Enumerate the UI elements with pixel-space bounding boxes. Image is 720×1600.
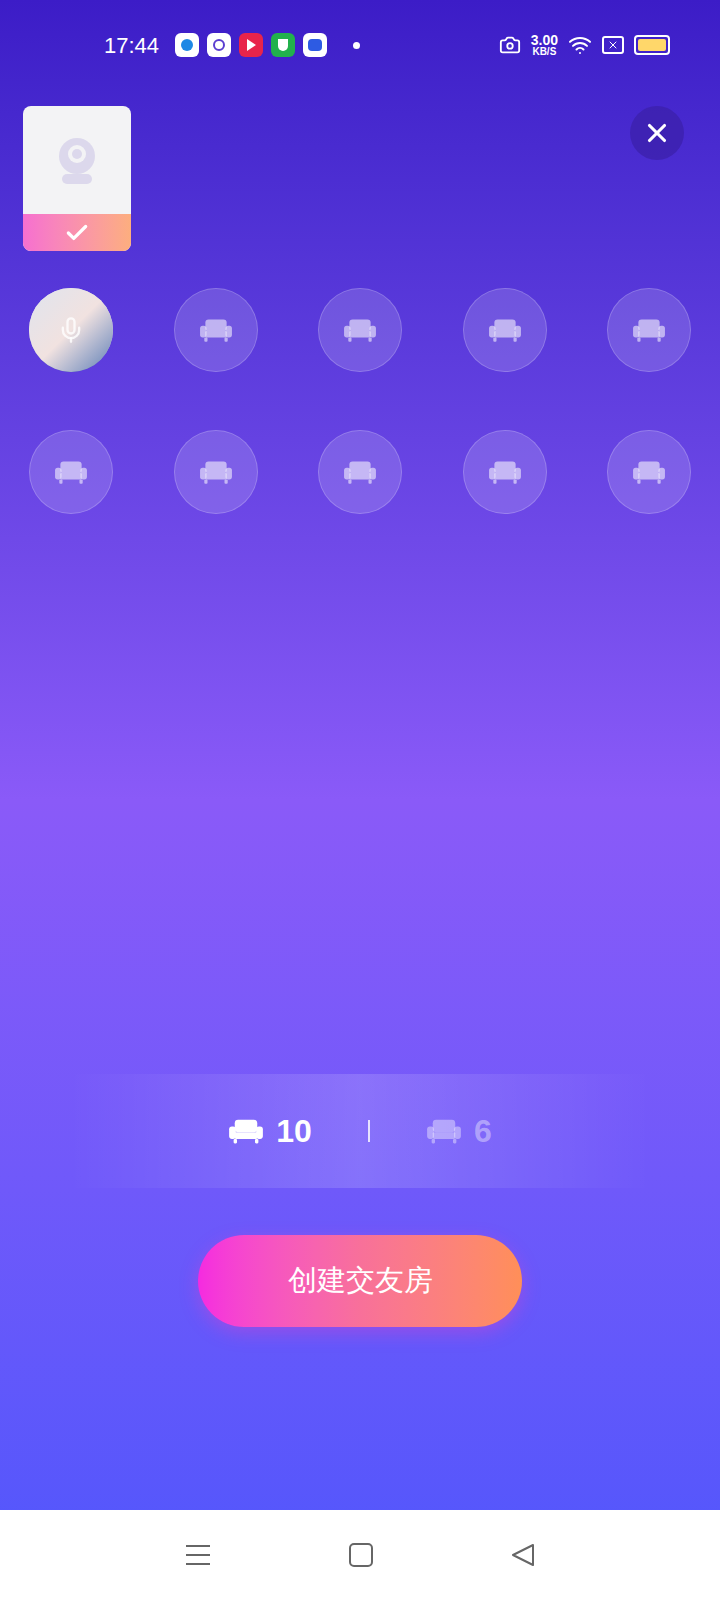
check-icon — [64, 220, 90, 246]
empty-seat[interactable] — [463, 288, 547, 372]
host-seat[interactable] — [29, 288, 113, 372]
app-icon — [303, 33, 327, 57]
back-icon[interactable] — [511, 1543, 535, 1567]
app-icon — [207, 33, 231, 57]
app-icon — [271, 33, 295, 57]
navigation-bar — [0, 1510, 720, 1600]
sofa-icon — [343, 317, 377, 343]
sofa-icon — [228, 1117, 264, 1145]
clock: 17:44 — [104, 29, 159, 62]
seat-count-option[interactable]: 10 — [228, 1107, 312, 1155]
notification-dot — [353, 42, 360, 49]
empty-seat[interactable] — [318, 430, 402, 514]
empty-seat[interactable] — [607, 430, 691, 514]
network-speed: 3.00KB/S — [531, 33, 558, 57]
status-bar: 17:44 3.00KB/S — [0, 0, 720, 90]
mic-icon — [57, 316, 85, 344]
sofa-icon — [54, 459, 88, 485]
avatar-photo — [29, 288, 113, 372]
sim-icon — [602, 36, 624, 54]
seat-count-selector: 10 6 — [69, 1074, 651, 1188]
create-room-screen: 17:44 3.00KB/S 10 6 创建交友房 — [0, 0, 720, 1600]
seat-grid — [0, 288, 720, 514]
sofa-icon — [632, 317, 666, 343]
mascot-icon — [52, 132, 102, 188]
seat-row — [29, 288, 691, 372]
sofa-icon — [199, 317, 233, 343]
divider — [368, 1120, 370, 1142]
camera-icon — [499, 34, 521, 56]
empty-seat[interactable] — [463, 430, 547, 514]
app-icon — [239, 33, 263, 57]
empty-seat[interactable] — [29, 430, 113, 514]
empty-seat[interactable] — [174, 430, 258, 514]
app-icon — [175, 33, 199, 57]
menu-icon[interactable] — [185, 1544, 211, 1566]
sofa-icon — [343, 459, 377, 485]
sofa-icon — [488, 459, 522, 485]
empty-seat[interactable] — [607, 288, 691, 372]
room-cover[interactable] — [23, 106, 131, 251]
create-room-button[interactable]: 创建交友房 — [198, 1235, 522, 1327]
empty-seat[interactable] — [318, 288, 402, 372]
sofa-icon — [199, 459, 233, 485]
sofa-icon — [488, 317, 522, 343]
home-icon[interactable] — [349, 1543, 373, 1567]
battery-icon — [634, 35, 670, 55]
close-button[interactable] — [630, 106, 684, 160]
seat-count-option[interactable]: 6 — [426, 1107, 492, 1155]
sofa-icon — [426, 1117, 462, 1145]
cover-check-bar — [23, 214, 131, 251]
sofa-icon — [632, 459, 666, 485]
empty-seat[interactable] — [174, 288, 258, 372]
close-icon — [642, 118, 672, 148]
wifi-icon — [568, 33, 592, 57]
seat-row — [29, 430, 691, 514]
